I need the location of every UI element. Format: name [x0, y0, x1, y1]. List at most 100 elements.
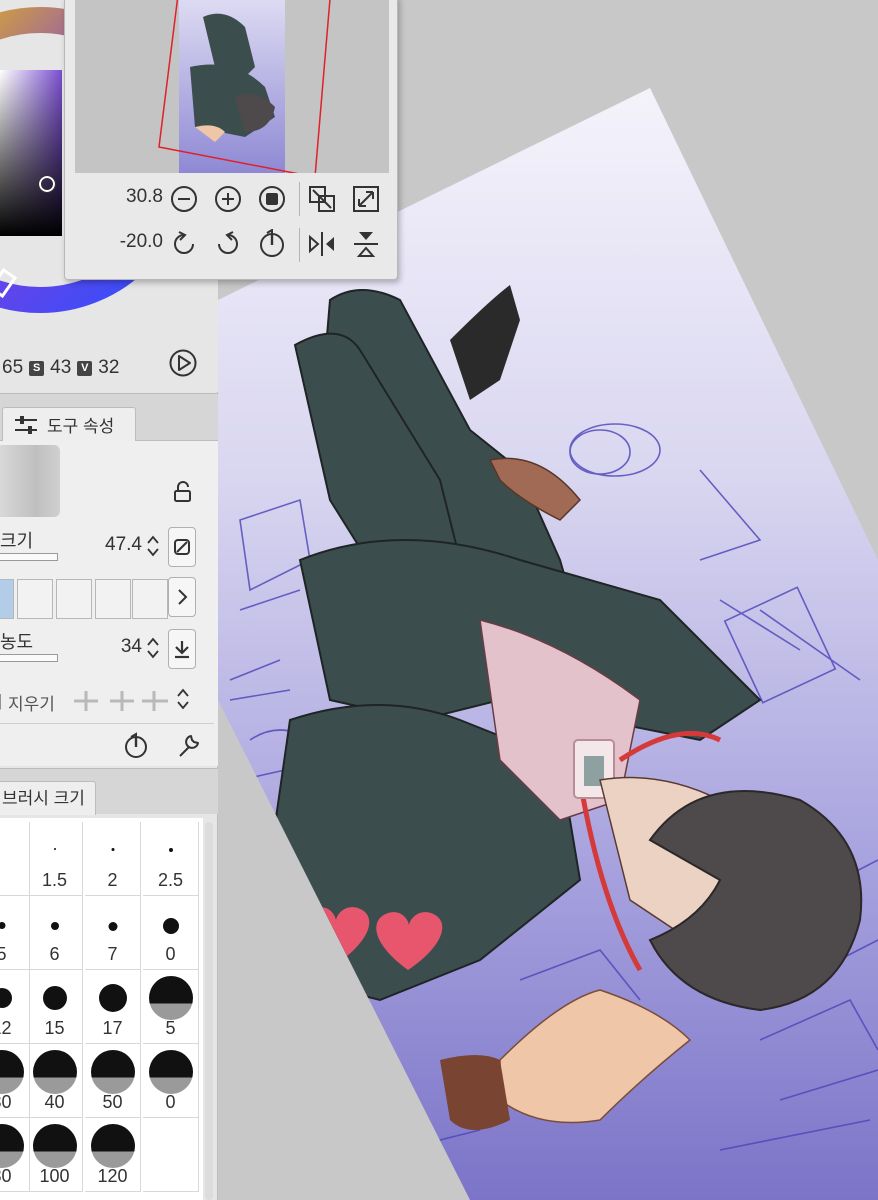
- brush-size-cell[interactable]: 30: [0, 1044, 30, 1118]
- brush-size-cell[interactable]: 1.5: [27, 822, 83, 896]
- tab-tool-property[interactable]: 도구 속성: [2, 407, 136, 441]
- size-reset-button[interactable]: [168, 527, 196, 567]
- flip-vertical-icon[interactable]: [351, 229, 381, 259]
- brush-size-label: 120: [97, 1166, 128, 1186]
- brush-size-tabs: 브러시 크기: [0, 768, 218, 815]
- brush-size-cell[interactable]: 17: [85, 970, 141, 1044]
- wrench-icon[interactable]: [174, 732, 202, 760]
- zoom-value[interactable]: 30.8: [93, 186, 163, 208]
- navigator-panel: 30.8 -20.0: [64, 0, 398, 280]
- brush-size-dot: [53, 848, 56, 850]
- brush-size-dot: [0, 988, 12, 1008]
- swatch-next-button[interactable]: [168, 577, 196, 617]
- density-stepper-icon[interactable]: [146, 634, 160, 662]
- brush-size-cell[interactable]: 50: [85, 1044, 141, 1118]
- s-value: 43: [50, 357, 72, 378]
- brush-size-grid: 1.522.556701215175304050080100120: [0, 818, 203, 1200]
- brush-size-dot: [162, 918, 179, 934]
- brush-size-label: 5: [0, 944, 29, 965]
- brush-size-label: 50: [102, 1092, 123, 1112]
- navigator-separator: [299, 182, 300, 216]
- brush-size-cell[interactable]: [0, 822, 30, 896]
- lock-icon[interactable]: [172, 481, 194, 503]
- navigator-preview[interactable]: [75, 0, 389, 173]
- navigator-zoom-row: 30.8: [65, 177, 399, 221]
- brush-size-cell[interactable]: 80: [0, 1118, 30, 1192]
- stabilizer-swatch-3[interactable]: [56, 579, 92, 619]
- stabilizer-swatch-2[interactable]: [17, 579, 53, 619]
- brush-size-label: 80: [0, 1166, 12, 1186]
- brush-size-label: 100: [39, 1166, 70, 1186]
- eraser-row: | 지우기: [0, 681, 214, 719]
- size-value[interactable]: 47.4: [90, 534, 142, 556]
- brush-size-cell[interactable]: 6: [27, 896, 83, 970]
- density-value[interactable]: 34: [90, 636, 142, 658]
- brush-size-dot: [0, 1124, 24, 1168]
- brush-size-label: 0: [165, 1092, 176, 1112]
- brush-size-dot: [148, 1050, 193, 1094]
- brush-size-cell[interactable]: 100: [27, 1118, 83, 1192]
- size-label: 크기: [0, 531, 34, 551]
- brush-size-label: 2: [107, 870, 118, 890]
- size-slider[interactable]: [0, 553, 58, 561]
- brush-size-cell[interactable]: 2: [85, 822, 141, 896]
- size-stepper-icon[interactable]: [146, 532, 160, 560]
- eraser-mode-icons[interactable]: [70, 687, 170, 715]
- rotation-value[interactable]: -20.0: [93, 231, 163, 253]
- navigator-rotate-row: -20.0: [65, 223, 399, 267]
- density-slider[interactable]: [0, 654, 58, 662]
- rotate-ccw-icon[interactable]: [169, 229, 199, 259]
- brush-size-dot: [148, 976, 193, 1020]
- brush-size-label: 1.5: [41, 870, 68, 890]
- brush-size-label: 5: [165, 1018, 176, 1038]
- flip-horizontal-icon[interactable]: [307, 229, 337, 259]
- brush-size-cell[interactable]: [143, 1118, 199, 1192]
- download-icon: [175, 641, 189, 659]
- navigator-separator: [299, 228, 300, 262]
- s-badge: S: [29, 360, 45, 376]
- brush-grid-scrollbar[interactable]: [205, 822, 213, 1200]
- brush-size-cell[interactable]: 15: [27, 970, 83, 1044]
- brush-size-label: 40: [44, 1092, 65, 1112]
- brush-size-cell[interactable]: 5: [0, 896, 30, 970]
- expand-icon[interactable]: [351, 184, 381, 214]
- tool-panel-tabs: 도구 속성: [0, 393, 218, 441]
- rotation-reset-icon[interactable]: [122, 732, 150, 760]
- brush-size-dot: [32, 1124, 77, 1168]
- brush-size-dot: [111, 848, 114, 851]
- rotate-cw-icon[interactable]: [213, 229, 243, 259]
- brush-size-label: 7: [107, 944, 118, 964]
- zoom-out-icon[interactable]: [169, 184, 199, 214]
- tool-property-footer: [0, 723, 214, 767]
- brush-size-dot: [90, 1050, 135, 1094]
- app-window: 65 S 43 V 32 도구 속성 크기 47.4 농도 34 | 지우기 브…: [0, 0, 878, 1200]
- tab-brush-size[interactable]: 브러시 크기: [0, 781, 96, 815]
- brush-size-cell[interactable]: 40: [27, 1044, 83, 1118]
- brush-size-cell[interactable]: 5: [143, 970, 199, 1044]
- brush-size-dot: [0, 1050, 24, 1094]
- density-label: 농도: [0, 632, 34, 652]
- stabilizer-swatch-5[interactable]: [132, 579, 168, 619]
- sliders-icon: [15, 415, 37, 434]
- v-badge: V: [77, 360, 93, 376]
- brush-size-label: 2.5: [157, 870, 184, 890]
- no-pressure-icon: [174, 539, 190, 555]
- chevron-right-icon: [178, 589, 188, 605]
- density-pressure-button[interactable]: [168, 629, 196, 669]
- brush-size-cell[interactable]: 2.5: [143, 822, 199, 896]
- brush-size-cell[interactable]: 0: [143, 1044, 199, 1118]
- brush-size-dot: [168, 848, 173, 852]
- brush-size-cell[interactable]: 0: [143, 896, 199, 970]
- brush-size-cell[interactable]: 120: [85, 1118, 141, 1192]
- fit-icon[interactable]: [307, 184, 337, 214]
- zoom-in-icon[interactable]: [213, 184, 243, 214]
- eraser-stepper-icon[interactable]: [176, 685, 190, 713]
- rotation-reset-icon[interactable]: [257, 229, 287, 259]
- brush-size-cell[interactable]: 7: [85, 896, 141, 970]
- play-icon[interactable]: [168, 348, 198, 378]
- stabilizer-swatch-1[interactable]: [0, 579, 14, 619]
- stabilizer-swatch-4[interactable]: [95, 579, 131, 619]
- zoom-reset-icon[interactable]: [257, 184, 287, 214]
- brush-size-label: 12: [0, 1018, 12, 1038]
- brush-size-cell[interactable]: 12: [0, 970, 30, 1044]
